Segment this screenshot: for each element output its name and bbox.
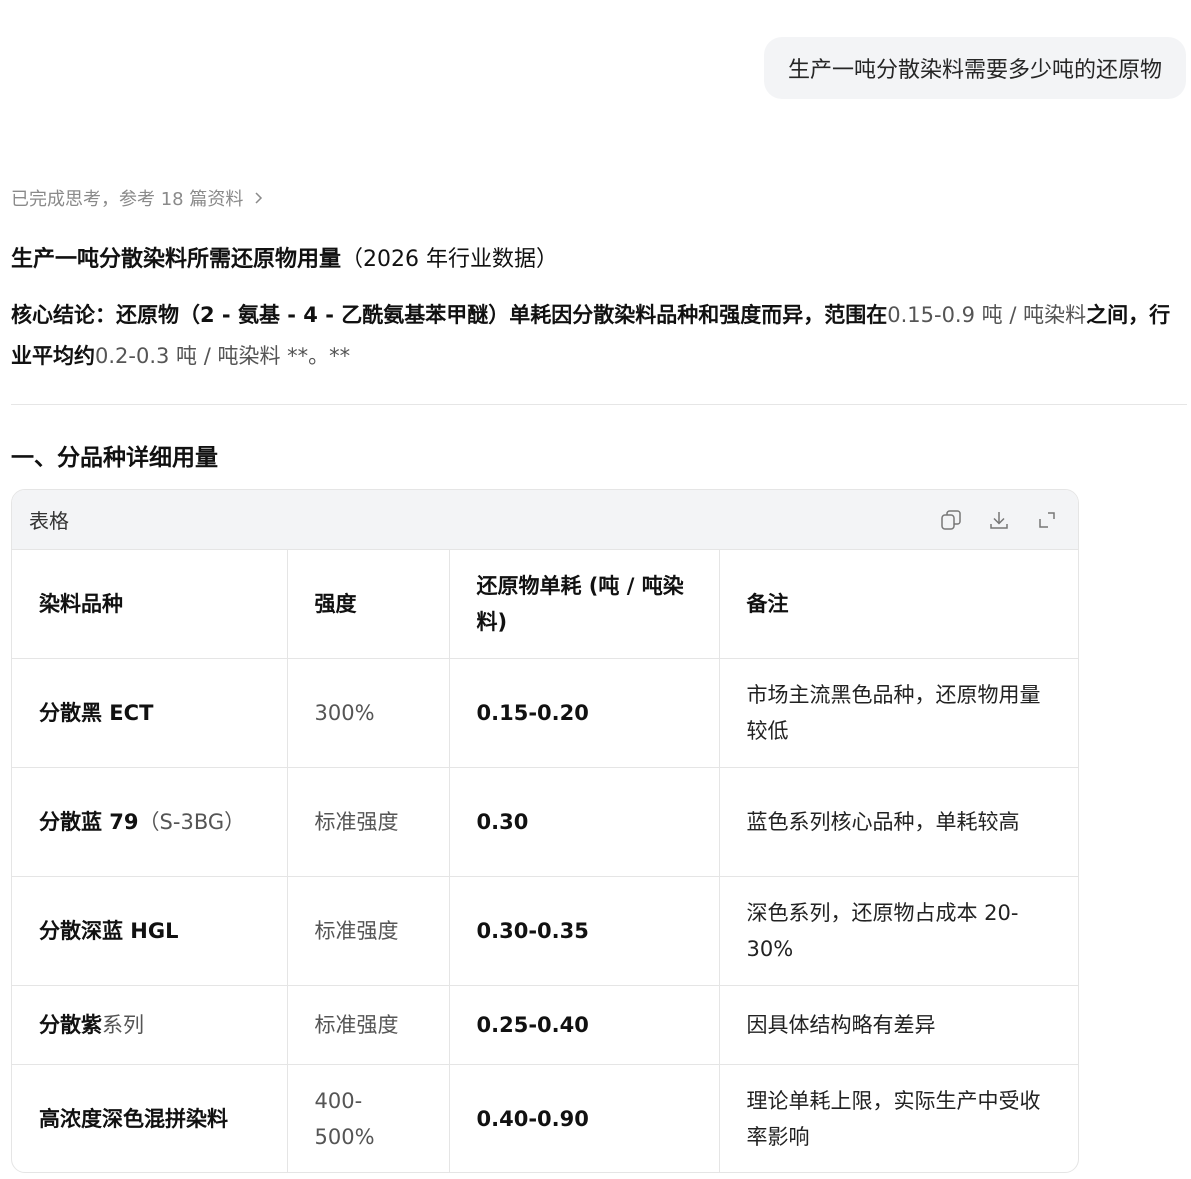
section-divider [11, 404, 1187, 405]
answer-title-year: （2026 年行业数据） [341, 247, 558, 272]
user-message-text: 生产一吨分散染料需要多少吨的还原物 [787, 58, 1162, 83]
strength-cell: 300% [287, 658, 450, 768]
note-cell: 因具体结构略有差异 [719, 985, 1078, 1065]
note-cell: 蓝色系列核心品种，单耗较高 [719, 767, 1078, 877]
table-row: 分散蓝 79（S-3BG） 标准强度 0.30 蓝色系列核心品种，单耗较高 [12, 767, 1078, 877]
expand-button[interactable] [1034, 507, 1060, 533]
strength-cell: 标准强度 [287, 767, 450, 877]
conclusion-bold-part-1: 核心结论：还原物（2 - 氨基 - 4 - 乙酰氨基苯甲醚）单耗因分散染料品种和… [11, 303, 888, 327]
dye-name-cell: 分散蓝 79（S-3BG） [12, 767, 288, 877]
dye-name: 分散深蓝 HGL [39, 919, 179, 943]
table-label: 表格 [29, 509, 69, 533]
user-message-bubble: 生产一吨分散染料需要多少吨的还原物 [763, 37, 1186, 99]
dye-name-cell: 分散黑 ECT [12, 658, 288, 768]
thinking-status-text: 已完成思考，参考 18 篇资料 [11, 189, 244, 210]
table-row: 分散深蓝 HGL 标准强度 0.30-0.35 深色系列，还原物占成本 20-3… [12, 876, 1078, 986]
answer-title-main: 生产一吨分散染料所需还原物用量 [11, 247, 342, 272]
dye-name: 分散紫 [39, 1013, 102, 1037]
dye-name-suffix: （S-3BG） [138, 810, 246, 834]
thinking-status-toggle[interactable]: 已完成思考，参考 18 篇资料 [11, 185, 265, 211]
chevron-right-icon [255, 192, 263, 204]
chat-page: 生产一吨分散染料需要多少吨的还原物 已完成思考，参考 18 篇资料 生产一吨分散… [0, 0, 1191, 1179]
consumption-cell: 0.15-0.20 [449, 658, 720, 768]
consumption-cell: 0.25-0.40 [449, 985, 720, 1065]
download-icon [990, 511, 1008, 529]
header-strength: 强度 [287, 550, 450, 659]
conclusion-average: 0.2-0.3 吨 / 吨染料 **。** [95, 344, 351, 368]
note-cell: 市场主流黑色品种，还原物用量较低 [719, 658, 1078, 768]
conclusion-range: 0.15-0.9 吨 / 吨染料 [887, 303, 1087, 327]
header-consumption: 还原物单耗 (吨 / 吨染料) [449, 550, 720, 659]
core-conclusion: 核心结论：还原物（2 - 氨基 - 4 - 乙酰氨基苯甲醚）单耗因分散染料品种和… [11, 295, 1186, 377]
note-cell: 理论单耗上限，实际生产中受收率影响 [746, 1089, 1041, 1149]
table-header-row: 染料品种 强度 还原物单耗 (吨 / 吨染料) 备注 [12, 550, 1078, 659]
table-header-bar: 表格 [12, 490, 1078, 550]
consumption-cell: 0.30-0.35 [449, 876, 720, 986]
dye-name: 分散蓝 79 [39, 810, 139, 834]
dye-name-suffix: 系列 [102, 1013, 144, 1037]
download-button[interactable] [986, 507, 1012, 533]
dye-name-cell: 高浓度深色混拼染料 [12, 1064, 288, 1172]
table-row: 高浓度深色混拼染料 400-500% 0.40-0.90 理论单耗上限，实际生产… [12, 1064, 1078, 1172]
table-toolbar [938, 507, 1060, 533]
header-notes: 备注 [719, 550, 1078, 659]
data-table-card: 表格 染料品种 强度 还原物单耗 (吨 / 吨染料) 备注 分散黑 ECT 30… [11, 489, 1079, 1173]
expand-icon [1039, 511, 1055, 528]
table-row: 分散紫系列 标准强度 0.25-0.40 因具体结构略有差异 [12, 985, 1078, 1065]
note-cell: 深色系列，还原物占成本 20-30% [719, 876, 1078, 986]
consumption-cell: 0.40-0.90 [449, 1064, 720, 1172]
dye-name-cell: 分散深蓝 HGL [12, 876, 288, 986]
dye-name-cell: 分散紫系列 [12, 985, 288, 1065]
strength-cell: 标准强度 [287, 985, 450, 1065]
table-row: 分散黑 ECT 300% 0.15-0.20 市场主流黑色品种，还原物用量较低 [12, 658, 1078, 768]
strength-cell: 400-500% [287, 1064, 450, 1172]
consumption-cell: 0.30 [449, 767, 720, 877]
section-title: 一、分品种详细用量 [11, 445, 218, 471]
copy-icon [941, 509, 961, 530]
dye-usage-table: 染料品种 强度 还原物单耗 (吨 / 吨染料) 备注 分散黑 ECT 300% … [12, 550, 1078, 1172]
header-dye-type: 染料品种 [12, 550, 288, 659]
strength-cell: 标准强度 [287, 876, 450, 986]
dye-name: 分散黑 ECT [39, 701, 154, 725]
answer-title: 生产一吨分散染料所需还原物用量（2026 年行业数据） [11, 241, 558, 273]
copy-button[interactable] [938, 507, 964, 533]
dye-name: 高浓度深色混拼染料 [39, 1107, 228, 1131]
